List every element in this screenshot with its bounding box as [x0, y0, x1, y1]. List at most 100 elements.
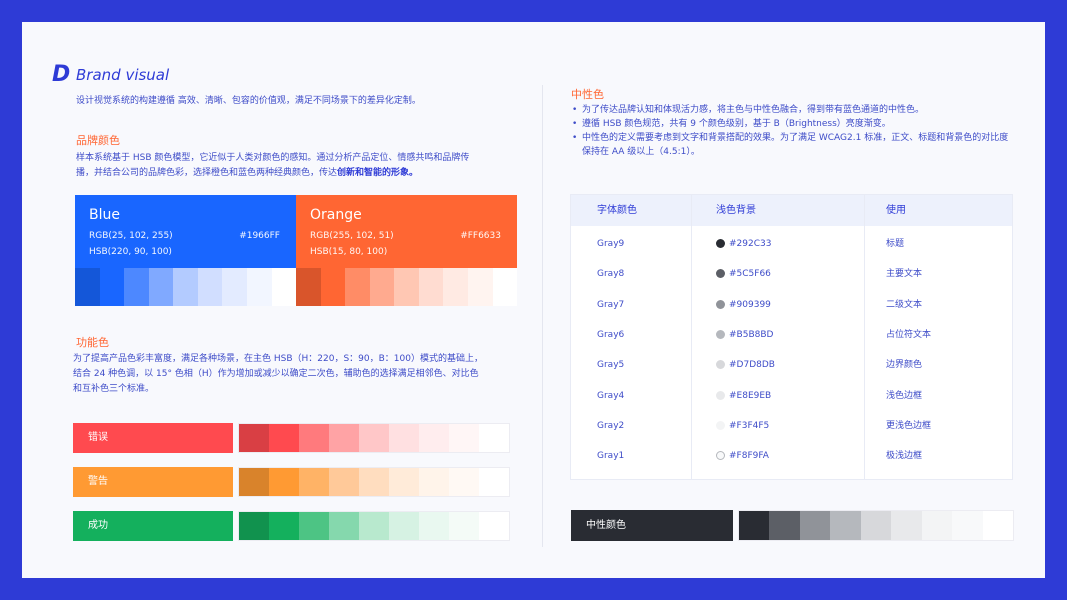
- table-row: Gray6 #B5B8BD 占位符文本: [571, 320, 1012, 350]
- success-shade-swatch: [389, 512, 419, 540]
- color-dot-icon: [716, 329, 725, 339]
- neutral-shade-strip: [738, 510, 1014, 541]
- page-subtitle: 设计视觉系统的构建遵循 高效、清晰、包容的价值观，满足不同场景下的差异化定制。: [76, 96, 421, 106]
- success-shade-swatch: [449, 512, 479, 540]
- warning-shade-strip: [238, 467, 510, 497]
- gray-level-name: Gray4: [597, 390, 625, 401]
- success-shade-swatch: [359, 512, 389, 540]
- warning-shade-swatch: [449, 468, 479, 496]
- gray-level-name: Gray8: [597, 269, 625, 280]
- neutral-bullet: 中性色的定义需要考虑到文字和背景搭配的效果。为了满足 WCAG2.1 标准，正文…: [570, 131, 1010, 159]
- brand-orange-card: Orange RGB(255, 102, 51) HSB(15, 80, 100…: [296, 195, 517, 268]
- error-shade-swatch: [419, 424, 449, 452]
- orange-shade-swatch: [345, 268, 370, 306]
- gray-level-name: Gray7: [597, 299, 625, 310]
- success-shade-swatch: [269, 512, 299, 540]
- brand-desc-line1: 样本系统基于 HSB 颜色模型，它近似于人类对颜色的感知。通过分析产品定位、情感…: [76, 153, 470, 163]
- neutral-heading: 中性色: [571, 88, 604, 101]
- orange-name: Orange: [310, 207, 362, 223]
- gray-hex: #D7D8DB: [729, 360, 775, 371]
- orange-shade-strip: [296, 268, 518, 306]
- color-dot-icon: [716, 390, 725, 400]
- warning-shade-swatch: [269, 468, 299, 496]
- neutral-color-table: 字体颜色 浅色背景 使用 Gray9 #292C33 标题 Gray8 #5C5F66 主…: [570, 194, 1013, 480]
- blue-shade-swatch: [99, 268, 125, 306]
- neutral-shade-swatch: [769, 511, 800, 540]
- warning-shade-swatch: [389, 468, 419, 496]
- neutral-shade-swatch: [739, 511, 770, 540]
- error-shade-swatch: [329, 424, 359, 452]
- warning-shade-swatch: [479, 468, 509, 496]
- orange-shade-swatch: [320, 268, 346, 306]
- error-shade-swatch: [359, 424, 389, 452]
- blue-name: Blue: [89, 207, 120, 223]
- neutral-shade-swatch: [921, 511, 953, 540]
- gray-level-name: Gray5: [597, 360, 625, 371]
- error-shade-swatch: [479, 424, 509, 452]
- gray-level-name: Gray1: [597, 451, 625, 462]
- warning-shade-swatch: [329, 468, 359, 496]
- table-row: Gray1 #F8F9FA 极浅边框: [571, 441, 1012, 471]
- blue-shade-strip: [75, 268, 297, 306]
- error-shade-swatch: [299, 424, 329, 452]
- orange-rgb: RGB(255, 102, 51): [310, 231, 394, 241]
- gray-hex: #F3F4F5: [729, 420, 770, 431]
- success-shade-swatch: [479, 512, 509, 540]
- gray-hex: #F8F9FA: [729, 451, 769, 462]
- function-desc-line1: 为了提高产品色彩丰富度，满足各种场景，在主色 HSB（H：220，S：90，B：…: [73, 354, 483, 364]
- gray-hex: #5C5F66: [729, 269, 771, 280]
- function-desc-line2: 结合 24 种色调，以 15° 色相（H）作为增加或减少以确定二次色，辅助色的选…: [73, 369, 479, 379]
- gray-level-name: Gray2: [597, 420, 625, 431]
- gray-hex: #909399: [729, 299, 771, 310]
- page-title: Brand visual: [76, 66, 170, 84]
- gray-hex: #292C33: [729, 239, 772, 249]
- neutral-shade-swatch: [891, 511, 922, 540]
- neutral-shade-swatch: [799, 511, 831, 540]
- header-light-background: 浅色背景: [716, 205, 756, 216]
- gray-level-name: Gray9: [597, 239, 625, 249]
- error-shade-swatch: [269, 424, 299, 452]
- table-row: Gray2 #F3F4F5 更浅色边框: [571, 411, 1012, 441]
- gray-level-name: Gray6: [597, 329, 625, 340]
- neutral-bullet-list: 为了传达品牌认知和体现活力感，将主色与中性色融合，得到带有蓝色通道的中性色。 遵…: [570, 103, 1010, 159]
- orange-shade-swatch: [296, 268, 321, 306]
- blue-rgb: RGB(25, 102, 255): [89, 231, 173, 241]
- color-dot-icon: [716, 420, 725, 430]
- neutral-shade-swatch: [830, 511, 861, 540]
- function-desc-line3: 和互补色三个标准。: [73, 384, 155, 394]
- brand-desc-emphasis: 创新和智能的形象。: [337, 168, 419, 178]
- success-shade-swatch: [419, 512, 449, 540]
- blue-shade-swatch: [173, 268, 198, 306]
- error-color-label: 错误: [73, 423, 233, 453]
- blue-shade-swatch: [222, 268, 247, 306]
- blue-shade-swatch: [246, 268, 272, 306]
- table-row: Gray9 #292C33 标题: [571, 229, 1012, 259]
- blue-shade-swatch: [124, 268, 149, 306]
- brand-blue-card: Blue RGB(25, 102, 255) HSB(220, 90, 100)…: [75, 195, 296, 268]
- neutral-shade-swatch: [952, 511, 983, 540]
- color-dot-icon: [716, 360, 725, 370]
- gray-usage: 二级文本: [886, 299, 923, 310]
- warning-shade-swatch: [299, 468, 329, 496]
- gray-hex: #B5B8BD: [729, 329, 774, 340]
- table-header: [571, 195, 1012, 226]
- error-shade-swatch: [239, 424, 269, 452]
- neutral-bullet: 遵循 HSB 颜色规范，共有 9 个颜色级别，基于 B（Brightness）亮…: [570, 117, 1010, 131]
- neutral-shade-swatch: [982, 511, 1013, 540]
- color-dot-icon: [716, 451, 725, 461]
- orange-shade-swatch: [467, 268, 493, 306]
- orange-shade-swatch: [492, 268, 518, 306]
- blue-shade-swatch: [148, 268, 174, 306]
- error-shade-swatch: [449, 424, 479, 452]
- error-shade-strip: [238, 423, 510, 453]
- gray-hex: #E8E9EB: [729, 390, 772, 401]
- blue-hex: #1966FF: [239, 231, 280, 241]
- warning-shade-swatch: [359, 468, 389, 496]
- success-shade-swatch: [239, 512, 269, 540]
- orange-shade-swatch: [443, 268, 468, 306]
- gray-usage: 主要文本: [886, 269, 923, 280]
- brand-desc-line2-text: 播，并结合公司的品牌色彩，选择橙色和蓝色两种经典颜色，传达: [76, 168, 338, 178]
- success-shade-swatch: [299, 512, 329, 540]
- brand-desc-line2: 播，并结合公司的品牌色彩，选择橙色和蓝色两种经典颜色，传达创新和智能的形象。: [76, 166, 526, 181]
- brand-logo-letter: D: [52, 62, 71, 87]
